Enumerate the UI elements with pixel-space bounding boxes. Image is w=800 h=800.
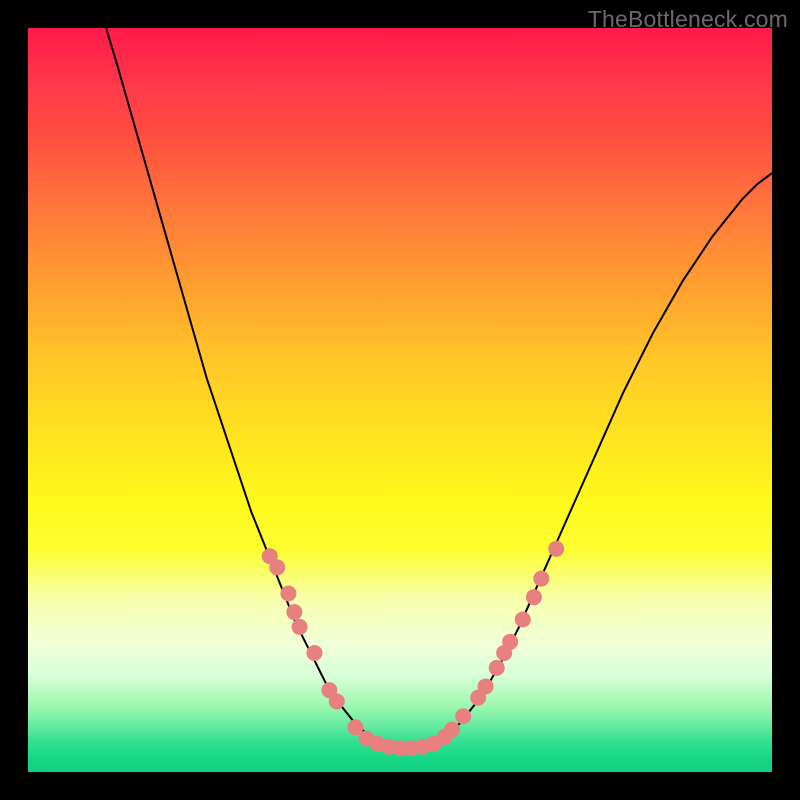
data-point	[489, 660, 505, 676]
data-point	[329, 693, 345, 709]
data-point	[306, 645, 322, 661]
chart-svg	[28, 28, 772, 772]
data-point	[444, 722, 460, 738]
data-points-group	[262, 541, 564, 756]
watermark-text: TheBottleneck.com	[588, 6, 788, 33]
bottleneck-curve	[106, 28, 772, 747]
data-point	[478, 678, 494, 694]
data-point	[269, 559, 285, 575]
data-point	[548, 541, 564, 557]
data-point	[533, 571, 549, 587]
data-point	[502, 634, 518, 650]
data-point	[286, 604, 302, 620]
chart-frame: TheBottleneck.com	[0, 0, 800, 800]
data-point	[515, 611, 531, 627]
plot-area	[28, 28, 772, 772]
data-point	[292, 619, 308, 635]
data-point	[280, 585, 296, 601]
data-point	[526, 589, 542, 605]
data-point	[455, 708, 471, 724]
